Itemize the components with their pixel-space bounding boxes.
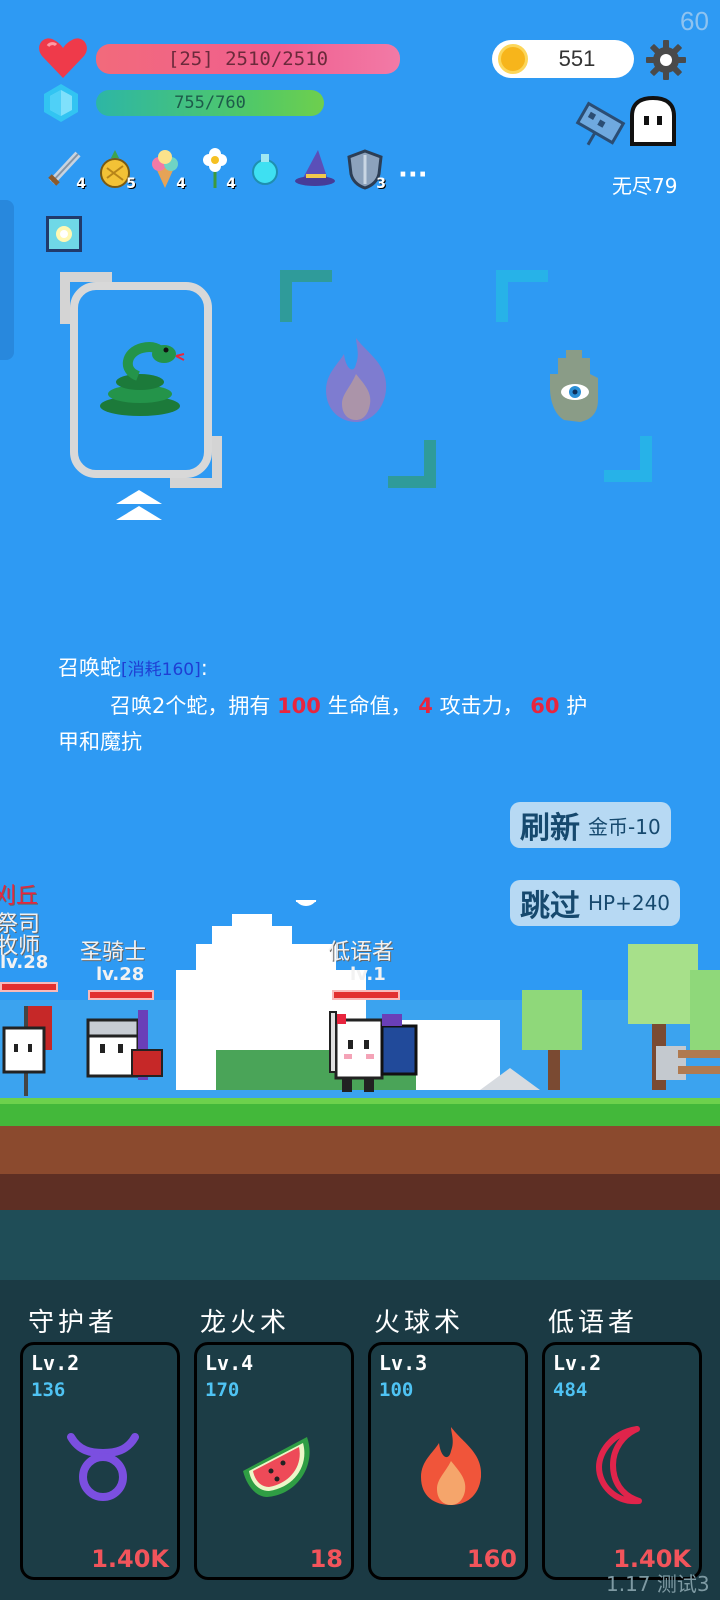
ally-unit-whisperer[interactable] bbox=[326, 1006, 426, 1100]
ground-grass bbox=[0, 1098, 720, 1126]
skill-card-fire[interactable] bbox=[316, 334, 396, 424]
heart-icon bbox=[38, 36, 88, 80]
buff-icon[interactable] bbox=[46, 216, 82, 252]
wizard-hat-icon bbox=[295, 150, 335, 186]
skill-atk-value: 4 bbox=[418, 694, 433, 718]
slot-title-dragon-fire: 龙火术 bbox=[200, 1308, 291, 1338]
refresh-button[interactable]: 刷新 金币-10 bbox=[510, 802, 671, 848]
coin-value: 551 bbox=[558, 46, 596, 71]
watermelon-icon bbox=[243, 1437, 310, 1497]
skill-slot-guardian[interactable]: Lv.2 136 1.40K bbox=[20, 1342, 180, 1580]
slot-title-guardian: 守护者 bbox=[28, 1308, 119, 1338]
enemy-label-paladin: 圣骑士 bbox=[80, 940, 147, 965]
mana-crystal-icon bbox=[44, 84, 78, 122]
hp-text: [25] 2510/2510 bbox=[167, 48, 329, 70]
skill-card-eye-hand[interactable] bbox=[540, 344, 620, 424]
gear-icon[interactable] bbox=[646, 40, 686, 80]
side-drawer-handle[interactable] bbox=[0, 200, 14, 360]
more-items-button[interactable]: ··· bbox=[394, 160, 428, 190]
enemy-units[interactable] bbox=[0, 1000, 180, 1100]
enemy-level-2: lv.28 bbox=[96, 964, 145, 985]
skill-slot-fireball[interactable]: Lv.3 100 160 bbox=[368, 1342, 528, 1580]
version-label: 1.17 测试3 bbox=[606, 1572, 710, 1596]
item-inventory: 4 5 4 4 3 ··· bbox=[44, 148, 428, 192]
skill-description: 召唤蛇[消耗160]: 召唤2个蛇，拥有 100 生命值， 4 攻击力， 60 … bbox=[58, 656, 588, 754]
inventory-item[interactable]: 5 bbox=[94, 148, 136, 192]
water-strip bbox=[0, 1210, 720, 1280]
inventory-item[interactable] bbox=[244, 148, 286, 190]
snake-icon bbox=[100, 342, 185, 416]
hamsa-hand-icon bbox=[550, 350, 598, 422]
enemy-hp-bar-1 bbox=[0, 982, 58, 992]
skill-name: 召唤蛇 bbox=[58, 656, 121, 680]
ghost-icon[interactable] bbox=[628, 95, 678, 150]
ally-hp-bar bbox=[332, 990, 400, 1000]
skill-card-summon-snake[interactable] bbox=[70, 282, 212, 478]
flag-icon[interactable] bbox=[572, 98, 628, 150]
potion-icon bbox=[252, 154, 278, 185]
fire-icon bbox=[421, 1427, 482, 1505]
crescent-moon-icon bbox=[596, 1426, 642, 1505]
enemy-hp-bar-2 bbox=[88, 990, 154, 1000]
chevron-up-icon bbox=[116, 490, 162, 528]
fps-counter: 60 bbox=[680, 6, 709, 36]
skill-cost: [消耗160] bbox=[121, 660, 201, 680]
mp-bar: 755/760 bbox=[96, 90, 324, 116]
skill-slot-dragon-fire[interactable]: Lv.4 170 18 bbox=[194, 1342, 354, 1580]
slot-title-fireball: 火球术 bbox=[374, 1308, 465, 1338]
taurus-icon bbox=[67, 1433, 139, 1501]
skill-hp-value: 100 bbox=[277, 694, 321, 718]
ally-level: lv.1 bbox=[350, 964, 386, 985]
endless-mode-label: 无尽79 bbox=[612, 174, 678, 198]
hp-bar: [25] 2510/2510 bbox=[96, 44, 400, 74]
ground-subsoil bbox=[0, 1174, 720, 1210]
enemy-level-1: lv.28 bbox=[0, 952, 49, 973]
inventory-item[interactable]: 3 bbox=[344, 148, 386, 192]
ally-label-whisperer: 低语者 bbox=[328, 940, 395, 965]
coin-counter: 551 bbox=[492, 40, 634, 78]
ground-dirt bbox=[0, 1126, 720, 1174]
skill-armor-value: 60 bbox=[530, 694, 560, 718]
inventory-item[interactable]: 4 bbox=[194, 148, 236, 192]
inventory-item[interactable]: 4 bbox=[144, 148, 186, 192]
inventory-item[interactable] bbox=[294, 148, 336, 190]
inventory-item[interactable]: 4 bbox=[44, 148, 86, 192]
slot-title-whisperer: 低语者 bbox=[548, 1308, 639, 1338]
skill-slot-whisperer[interactable]: Lv.2 484 1.40K bbox=[542, 1342, 702, 1580]
mp-text: 755/760 bbox=[174, 93, 246, 113]
fire-icon bbox=[326, 338, 387, 422]
coin-icon bbox=[498, 44, 528, 74]
